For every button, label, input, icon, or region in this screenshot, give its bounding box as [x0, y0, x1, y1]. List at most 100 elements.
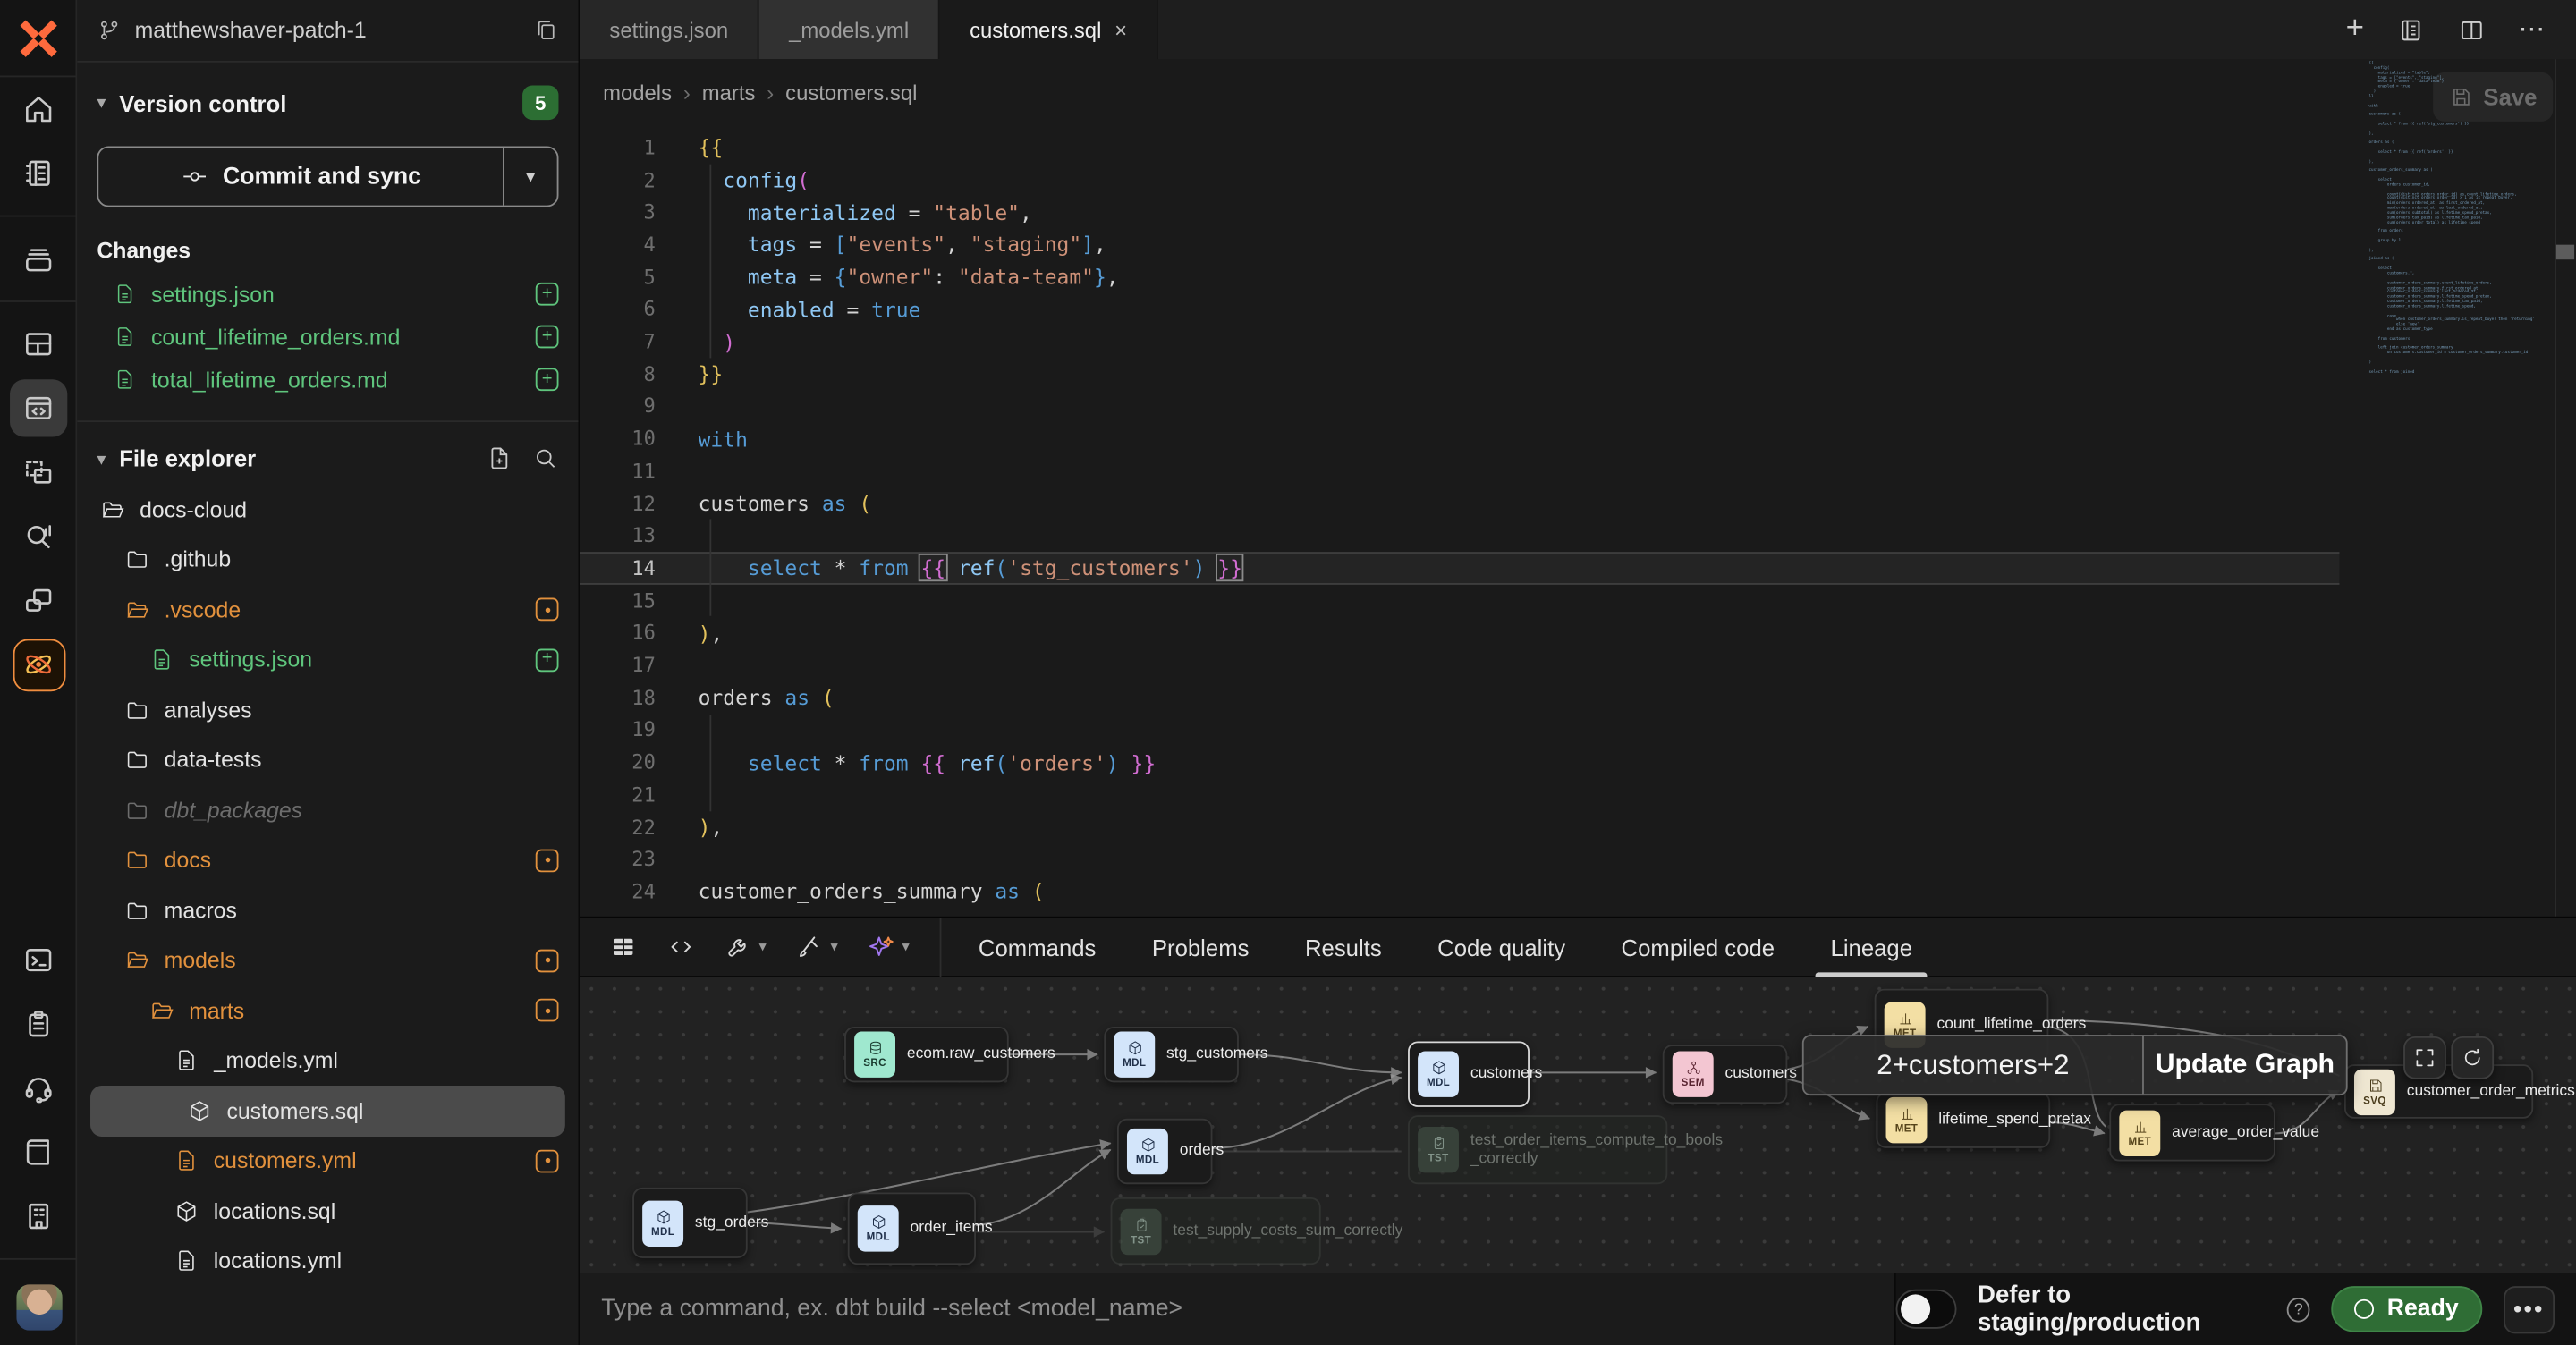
code-line[interactable]: 6 enabled = true — [580, 293, 2339, 326]
tab-models-yml[interactable]: _models.yml — [759, 0, 940, 59]
lineage-node-test_supply_costs_sum_correctly[interactable]: TSTtest_supply_costs_sum_correctly — [1111, 1197, 1321, 1265]
command-input[interactable]: Type a command, ex. dbt build --select <… — [580, 1273, 1895, 1345]
code-line[interactable]: 5 meta = {"owner": "data-team"}, — [580, 261, 2339, 293]
panel-tab-compiled-code[interactable]: Compiled code — [1593, 918, 1802, 977]
code-line[interactable]: 18orders as ( — [580, 681, 2339, 714]
atom-icon[interactable] — [0, 632, 77, 697]
code-line[interactable]: 24customer_orders_summary as ( — [580, 876, 2339, 908]
tree-item-_models.yml[interactable]: _models.yml — [77, 1036, 578, 1086]
tree-item-settings.json[interactable]: settings.json+ — [77, 635, 578, 685]
refresh-graph-button[interactable] — [2451, 1036, 2494, 1079]
tree-item-locations.yml[interactable]: locations.yml — [77, 1236, 578, 1286]
build-wrench-icon[interactable]: ▾ — [724, 933, 767, 960]
lineage-node-stg_customers[interactable]: MDLstg_customers — [1104, 1027, 1239, 1082]
fullscreen-button[interactable] — [2403, 1036, 2446, 1079]
tree-item-docs-cloud[interactable]: docs-cloud — [77, 485, 578, 535]
code-line[interactable]: 7 ) — [580, 326, 2339, 358]
tree-item-marts[interactable]: marts — [77, 985, 578, 1036]
panel-tab-problems[interactable]: Problems — [1124, 918, 1277, 977]
changed-file[interactable]: settings.json+ — [77, 273, 578, 316]
lineage-node-customers[interactable]: MDLcustomers — [1408, 1041, 1530, 1106]
tray-icon[interactable] — [0, 226, 77, 291]
tree-item-data-tests[interactable]: data-tests — [77, 735, 578, 785]
tree-item-docs[interactable]: docs — [77, 835, 578, 885]
building-icon[interactable] — [0, 1184, 77, 1248]
code-line[interactable]: 19 — [580, 714, 2339, 746]
code-line[interactable]: 8}} — [580, 358, 2339, 390]
selection-icon[interactable] — [0, 440, 77, 504]
new-file-icon[interactable] — [487, 445, 513, 471]
close-tab-icon[interactable]: × — [1114, 17, 1127, 42]
headset-icon[interactable] — [0, 1056, 77, 1121]
code-line[interactable]: 10with — [580, 423, 2339, 455]
graph-lens-overlay[interactable]: 2+customers+2 Update Graph — [1802, 1035, 2348, 1095]
tree-item-.github[interactable]: .github — [77, 535, 578, 585]
chevron-down-icon[interactable]: ▾ — [759, 938, 767, 956]
tree-item-macros[interactable]: macros — [77, 885, 578, 935]
ai-sparkle-icon[interactable]: ▾ — [868, 933, 910, 960]
panel-tab-commands[interactable]: Commands — [951, 918, 1124, 977]
commit-options-caret[interactable]: ▾ — [503, 148, 557, 205]
notebook-panel-icon[interactable] — [2397, 15, 2425, 43]
lineage-canvas[interactable]: SRCecom.raw_customers MDLstg_customers MDL… — [580, 977, 2576, 1273]
branch-name[interactable]: matthewshaver-patch-1 — [135, 18, 534, 43]
tree-item-analyses[interactable]: analyses — [77, 685, 578, 735]
code-line[interactable]: 4 tags = ["events", "staging"], — [580, 228, 2339, 260]
lineage-node-ecom.raw_customers[interactable]: SRCecom.raw_customers — [844, 1027, 1009, 1082]
code-line[interactable]: 9 — [580, 390, 2339, 422]
lineage-node-lifetime_spend_pretax[interactable]: METlifetime_spend_pretax — [1877, 1092, 2051, 1147]
compile-code-icon[interactable] — [667, 933, 695, 960]
code-line[interactable]: 23 — [580, 843, 2339, 876]
editor-scrollbar[interactable] — [2555, 59, 2576, 917]
code-editor[interactable]: models›marts›customers.sql Save 1{{2 con… — [580, 59, 2576, 917]
update-graph-button[interactable]: Update Graph — [2142, 1036, 2346, 1094]
query-search-icon[interactable] — [0, 504, 77, 569]
lineage-node-test_order_items_compute_to_bools_correctly[interactable]: TSTtest_order_items_compute_to_bools _co… — [1408, 1115, 1667, 1184]
code-line[interactable]: 20 select * from {{ ref('orders') }} — [580, 746, 2339, 778]
user-avatar[interactable] — [0, 1270, 77, 1345]
tree-item-customers.sql[interactable]: customers.sql — [90, 1086, 565, 1136]
defer-toggle[interactable] — [1896, 1290, 1957, 1329]
code-line[interactable]: 2 config( — [580, 164, 2339, 196]
version-control-header[interactable]: ▾ Version control 5 — [77, 63, 578, 127]
code-line[interactable]: 21 — [580, 779, 2339, 811]
chevron-down-icon[interactable]: ▾ — [902, 938, 909, 956]
notebook-icon[interactable] — [0, 141, 77, 206]
lineage-node-order_items[interactable]: MDLorder_items — [848, 1192, 976, 1265]
panel-tab-code-quality[interactable]: Code quality — [1410, 918, 1593, 977]
panel-tab-results[interactable]: Results — [1277, 918, 1410, 977]
windows-icon[interactable] — [0, 568, 77, 632]
tree-item-.vscode[interactable]: .vscode — [77, 585, 578, 635]
dashboard-icon[interactable] — [0, 312, 77, 376]
code-lines[interactable]: 1{{2 config(3 materialized = "table",4 t… — [580, 131, 2576, 917]
split-editor-icon[interactable] — [2458, 15, 2486, 43]
book-icon[interactable] — [0, 1121, 77, 1185]
scrollbar-thumb[interactable] — [2556, 245, 2574, 260]
format-brush-icon[interactable]: ▾ — [796, 933, 838, 960]
changed-file[interactable]: count_lifetime_orders.md+ — [77, 316, 578, 359]
dbt-logo-icon[interactable] — [0, 0, 75, 77]
lineage-node-average_order_value[interactable]: METaverage_order_value — [2109, 1104, 2275, 1161]
search-icon[interactable] — [532, 445, 558, 471]
tab-settings-json[interactable]: settings.json — [580, 0, 759, 59]
tree-item-dbt_packages[interactable]: dbt_packages — [77, 785, 578, 835]
file-explorer-header[interactable]: ▾ File explorer — [77, 422, 578, 485]
code-line[interactable]: 15 — [580, 584, 2339, 616]
lineage-node-orders[interactable]: MDLorders — [1117, 1119, 1213, 1184]
lineage-node-customers_semantic[interactable]: SEMcustomers — [1663, 1045, 1788, 1104]
code-line[interactable]: 3 materialized = "table", — [580, 196, 2339, 228]
preview-table-icon[interactable] — [609, 933, 637, 960]
tree-item-locations.sql[interactable]: locations.sql — [77, 1186, 578, 1236]
terminal-icon[interactable] — [0, 928, 77, 993]
status-ready-badge[interactable]: Ready — [2331, 1286, 2481, 1332]
editor-more-icon[interactable]: ⋯ — [2519, 13, 2546, 47]
copy-icon[interactable] — [534, 18, 559, 43]
clipboard-icon[interactable] — [0, 992, 77, 1056]
code-editor-icon[interactable] — [0, 376, 77, 441]
home-icon[interactable] — [0, 77, 77, 141]
commit-and-sync-button[interactable]: Commit and sync ▾ — [97, 146, 558, 207]
panel-tab-lineage[interactable]: Lineage — [1802, 918, 1940, 977]
code-line[interactable]: 1{{ — [580, 131, 2339, 164]
code-line[interactable]: 11 — [580, 455, 2339, 487]
graph-selector-input[interactable]: 2+customers+2 — [1804, 1036, 2142, 1094]
